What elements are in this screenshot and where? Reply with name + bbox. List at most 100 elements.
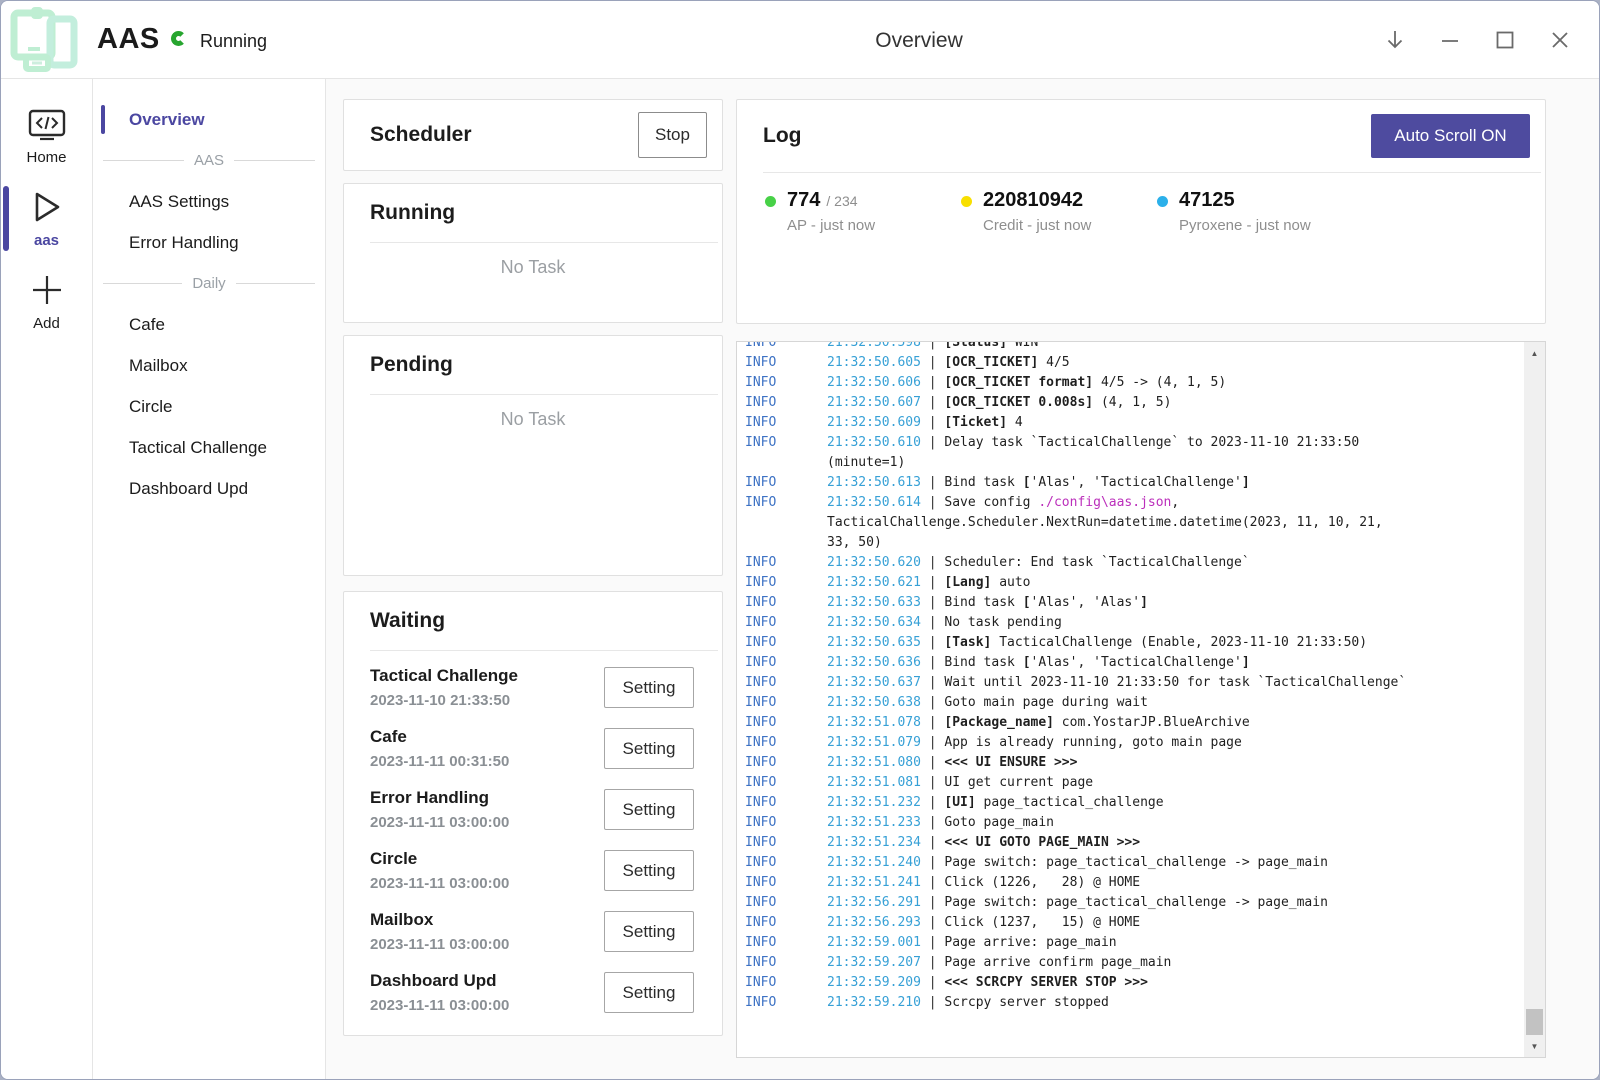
download-update-button[interactable] (1380, 25, 1410, 55)
log-message: 21:32:51.241 | Click (1226, 28) @ HOME (827, 873, 1517, 893)
sidebar-item-error-handling[interactable]: Error Handling (93, 222, 325, 263)
log-separator: | (921, 655, 944, 670)
log-message: 21:32:50.633 | Bind task ['Alas', 'Alas'… (827, 593, 1517, 613)
log-line: INFO21:32:50.638 | Goto main page during… (745, 693, 1523, 713)
title-bar: AAS Running Overview (1, 1, 1599, 79)
log-separator: | (921, 415, 944, 430)
log-level: INFO (745, 473, 827, 493)
waiting-task-name: Cafe (370, 727, 509, 747)
close-button[interactable] (1545, 25, 1575, 55)
main-content: Scheduler Stop Running No Task Pending (326, 79, 1599, 1080)
log-timestamp: 21:32:51.232 (827, 795, 921, 810)
log-message: 21:32:50.598 | [Status] WIN (827, 342, 1517, 353)
app-window: AAS Running Overview (0, 0, 1600, 1080)
log-separator: | (921, 395, 944, 410)
log-separator: | (921, 995, 944, 1010)
log-timestamp: 21:32:50.620 (827, 555, 921, 570)
stat-label: Credit - just now (983, 217, 1091, 234)
log-scrollbar[interactable]: ▲ ▼ (1524, 342, 1545, 1057)
log-message: 21:32:50.635 | [Task] TacticalChallenge … (827, 633, 1517, 653)
arrow-down-icon (1383, 28, 1407, 52)
log-separator: | (921, 755, 944, 770)
log-line: INFO21:32:59.209 | <<< SCRCPY SERVER STO… (745, 973, 1523, 993)
rail-item-home[interactable]: Home (1, 99, 92, 178)
log-message: 21:32:51.081 | UI get current page (827, 773, 1517, 793)
sidebar-item-aas-settings[interactable]: AAS Settings (93, 181, 325, 222)
log-output-panel: INFO21:32:50.598 | [Status] WININFO21:32… (736, 341, 1546, 1058)
scrollbar-thumb[interactable] (1526, 1009, 1543, 1035)
scheduler-title: Scheduler (370, 123, 472, 147)
log-line: INFO21:32:51.234 | <<< UI GOTO PAGE_MAIN… (745, 833, 1523, 853)
log-separator: | (921, 635, 944, 650)
log-timestamp: 21:32:51.079 (827, 735, 921, 750)
log-level: INFO (745, 353, 827, 373)
log-scroll-area[interactable]: INFO21:32:50.598 | [Status] WININFO21:32… (737, 342, 1523, 1057)
divider-line (236, 283, 315, 284)
sidebar-item-overview[interactable]: Overview (93, 99, 325, 140)
rail-item-aas[interactable]: aas (1, 178, 92, 261)
pending-empty-text: No Task (344, 395, 722, 430)
running-title: Running (370, 201, 455, 225)
log-level: INFO (745, 893, 827, 913)
log-message: 21:32:51.080 | <<< UI ENSURE >>> (827, 753, 1517, 773)
log-level: INFO (745, 342, 827, 353)
waiting-card: Waiting Tactical Challenge2023-11-10 21:… (343, 591, 723, 1036)
sidebar-item-cafe[interactable]: Cafe (93, 304, 325, 345)
stat-value: 774 (787, 189, 820, 212)
active-indicator (101, 105, 105, 134)
waiting-task-time: 2023-11-11 03:00:00 (370, 814, 509, 831)
log-level: INFO (745, 913, 827, 933)
log-message: 21:32:50.621 | [Lang] auto (827, 573, 1517, 593)
waiting-task-info: Cafe2023-11-11 00:31:50 (370, 727, 509, 770)
log-timestamp: 21:32:51.080 (827, 755, 921, 770)
sidebar-item-dashboard-upd[interactable]: Dashboard Upd (93, 468, 325, 509)
stat-value: 220810942 (983, 189, 1083, 212)
waiting-task-info: Error Handling2023-11-11 03:00:00 (370, 788, 509, 831)
sidebar-item-tactical-challenge[interactable]: Tactical Challenge (93, 427, 325, 468)
log-message: 21:32:51.078 | [Package_name] com.Yostar… (827, 713, 1517, 733)
log-line: INFO21:32:51.240 | Page switch: page_tac… (745, 853, 1523, 873)
rail-item-label: Home (26, 149, 66, 166)
sidebar-item-mailbox[interactable]: Mailbox (93, 345, 325, 386)
auto-scroll-toggle[interactable]: Auto Scroll ON (1371, 114, 1530, 158)
scroll-down-arrow-icon[interactable]: ▼ (1524, 1037, 1545, 1055)
log-message: 21:32:50.613 | Bind task ['Alas', 'Tacti… (827, 473, 1517, 493)
stat-dot-icon (1157, 196, 1168, 207)
running-empty-text: No Task (344, 243, 722, 278)
setting-button[interactable]: Setting (604, 850, 694, 891)
log-content: INFO21:32:50.598 | [Status] WININFO21:32… (745, 342, 1523, 1013)
log-message: 21:32:50.638 | Goto main page during wai… (827, 693, 1517, 713)
log-timestamp: 21:32:59.209 (827, 975, 921, 990)
log-level: INFO (745, 573, 827, 593)
waiting-task-time: 2023-11-11 03:00:00 (370, 936, 509, 953)
log-timestamp: 21:32:51.241 (827, 875, 921, 890)
setting-button[interactable]: Setting (604, 972, 694, 1013)
log-message: 21:32:59.210 | Scrcpy server stopped (827, 993, 1517, 1013)
log-level: INFO (745, 373, 827, 393)
log-message: 21:32:59.001 | Page arrive: page_main (827, 933, 1517, 953)
window-controls (1380, 1, 1575, 79)
setting-button[interactable]: Setting (604, 911, 694, 952)
setting-button[interactable]: Setting (604, 667, 694, 708)
stat-dot-icon (765, 196, 776, 207)
minimize-icon (1438, 28, 1462, 52)
rail-item-add[interactable]: Add (1, 261, 92, 344)
log-timestamp: 21:32:50.606 (827, 375, 921, 390)
active-indicator (3, 186, 9, 251)
divider-line (234, 160, 315, 161)
stop-button[interactable]: Stop (638, 112, 707, 158)
setting-button[interactable]: Setting (604, 728, 694, 769)
sidebar-section-divider: Daily (93, 263, 325, 304)
log-timestamp: 21:32:50.605 (827, 355, 921, 370)
log-level: INFO (745, 713, 827, 733)
maximize-button[interactable] (1490, 25, 1520, 55)
log-message: 21:32:51.240 | Page switch: page_tactica… (827, 853, 1517, 873)
scroll-up-arrow-icon[interactable]: ▲ (1524, 344, 1545, 362)
minimize-button[interactable] (1435, 25, 1465, 55)
log-timestamp: 21:32:50.610 (827, 435, 921, 450)
waiting-task-info: Tactical Challenge2023-11-10 21:33:50 (370, 666, 518, 709)
setting-button[interactable]: Setting (604, 789, 694, 830)
sidebar-item-circle[interactable]: Circle (93, 386, 325, 427)
plus-icon (28, 271, 66, 309)
waiting-task-row: Tactical Challenge2023-11-10 21:33:50 Set… (370, 657, 694, 718)
